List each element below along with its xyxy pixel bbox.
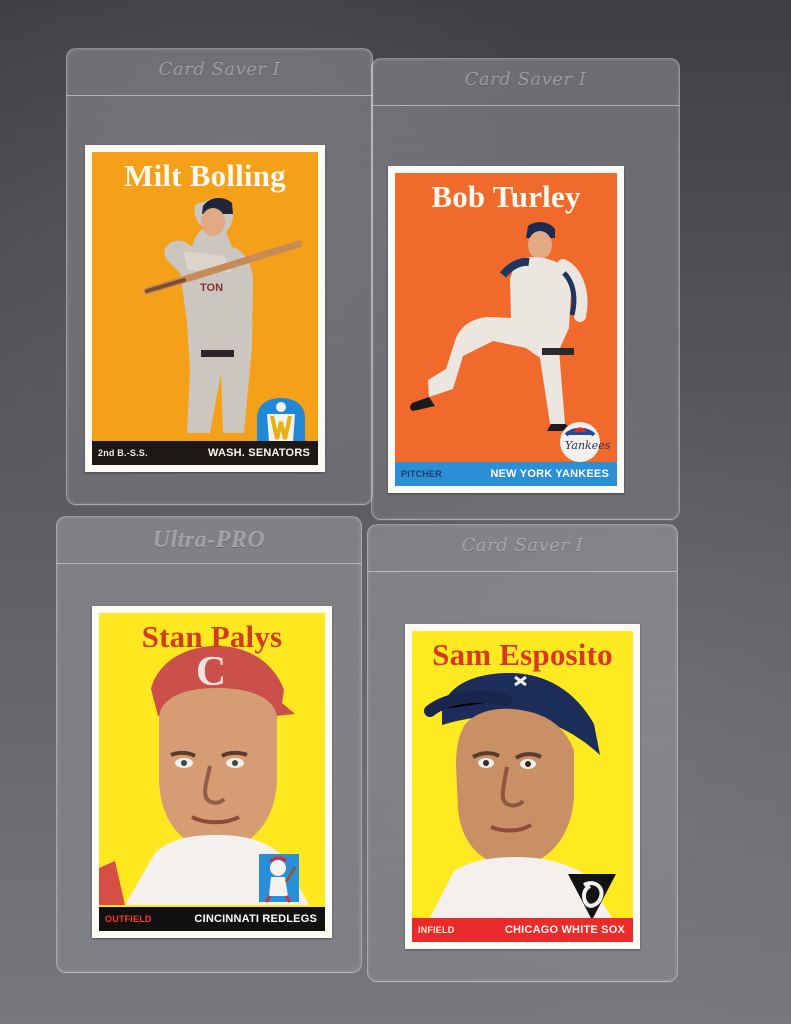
player-name: Stan Palys — [141, 619, 283, 654]
card-art-area: C Stan Palys OUTFIELD CINCINNATI REDLEGS — [99, 613, 325, 931]
baseball-card-milt-bolling: TON Milt Bolling 2nd B.-S.S. WASH. SENAT… — [85, 145, 325, 472]
team-name: CHICAGO WHITE SOX — [504, 924, 625, 936]
sleeve-brand-3: Ultra-PRO — [152, 527, 266, 553]
baseball-card-sam-esposito: Sam Esposito INFIELD CHICAGO WHITE SOX — [405, 624, 640, 949]
player-position: PITCHER — [401, 469, 442, 479]
team-name: NEW YORK YANKEES — [490, 468, 609, 480]
sleeve-brand-1: Card Saver I — [158, 59, 281, 80]
sleeve-brand-4: Card Saver I — [461, 535, 584, 556]
team-bar: OUTFIELD CINCINNATI REDLEGS — [99, 907, 325, 931]
player-illustration: C — [99, 613, 325, 931]
player-illustration: TON — [92, 152, 318, 465]
svg-text:TON: TON — [200, 282, 223, 294]
player-name: Sam Esposito — [432, 637, 613, 672]
player-name: Milt Bolling — [124, 158, 286, 193]
card-art-area: Yankees Bob Turley PITCHER NEW YORK YANK… — [395, 173, 617, 486]
player-position: INFIELD — [418, 925, 455, 935]
team-name: CINCINNATI REDLEGS — [194, 913, 317, 925]
player-name: Bob Turley — [431, 179, 581, 214]
sleeve-brand-2: Card Saver I — [464, 69, 587, 90]
card-art-area: TON Milt Bolling 2nd B.-S.S. WASH. SENAT… — [92, 152, 318, 465]
card-art-area: Sam Esposito INFIELD CHICAGO WHITE SOX — [412, 631, 633, 942]
baseball-card-bob-turley: Yankees Bob Turley PITCHER NEW YORK YANK… — [388, 166, 624, 493]
svg-text:Yankees: Yankees — [565, 439, 611, 452]
team-name: WASH. SENATORS — [207, 447, 310, 459]
redlegs-logo-icon — [259, 854, 299, 903]
player-position: OUTFIELD — [105, 914, 152, 924]
player-illustration — [412, 631, 633, 942]
team-bar: PITCHER NEW YORK YANKEES — [395, 462, 617, 486]
player-position: 2nd B.-S.S. — [98, 448, 148, 458]
team-bar: 2nd B.-S.S. WASH. SENATORS — [92, 441, 318, 465]
player-illustration: Yankees — [395, 173, 617, 486]
team-bar: INFIELD CHICAGO WHITE SOX — [412, 918, 633, 942]
baseball-card-stan-palys: C Stan Palys OUTFIELD CINCINNATI REDLEGS — [92, 606, 332, 938]
senators-logo-icon — [257, 398, 305, 443]
